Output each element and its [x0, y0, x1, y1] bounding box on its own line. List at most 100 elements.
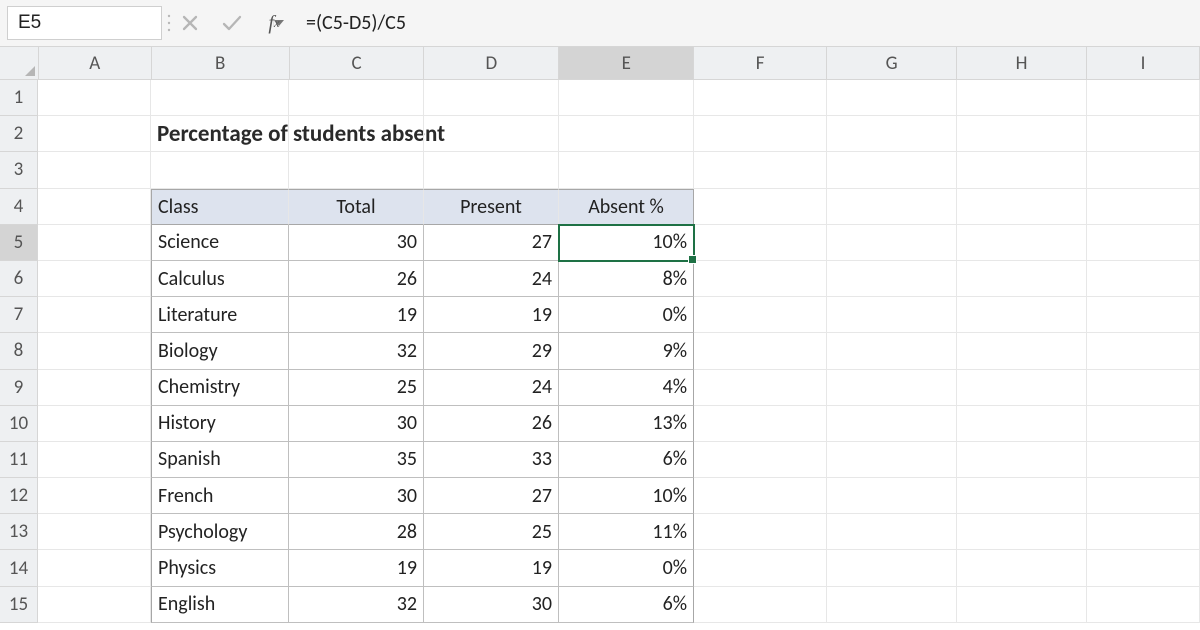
cell[interactable]: [827, 514, 957, 550]
cell[interactable]: History: [151, 406, 289, 442]
row-header-10[interactable]: 10: [0, 406, 37, 442]
cell[interactable]: 19: [424, 550, 559, 586]
cell[interactable]: [827, 225, 957, 261]
row-header-6[interactable]: 6: [0, 261, 37, 297]
row-header-2[interactable]: 2: [0, 116, 37, 152]
cell[interactable]: [38, 442, 151, 478]
cell[interactable]: Present: [424, 189, 559, 225]
cells-area[interactable]: Percentage of students absentClassTotalP…: [38, 80, 1200, 623]
cell[interactable]: [827, 261, 957, 297]
cell[interactable]: [38, 225, 151, 261]
cell[interactable]: French: [151, 478, 289, 514]
cell[interactable]: 32: [289, 333, 424, 369]
cell[interactable]: 6%: [559, 587, 694, 623]
row-header-7[interactable]: 7: [0, 297, 37, 333]
cell[interactable]: 25: [289, 370, 424, 406]
cell[interactable]: 30: [289, 406, 424, 442]
cell[interactable]: Calculus: [151, 261, 289, 297]
cell[interactable]: [694, 406, 827, 442]
cell[interactable]: Science: [151, 225, 289, 261]
cell[interactable]: [1087, 189, 1200, 225]
cell[interactable]: [694, 514, 827, 550]
cell[interactable]: [38, 297, 151, 333]
row-header-4[interactable]: 4: [0, 189, 37, 225]
cell[interactable]: Total: [289, 189, 424, 225]
cell[interactable]: [957, 116, 1087, 152]
row-header-8[interactable]: 8: [0, 333, 37, 369]
cell[interactable]: [827, 442, 957, 478]
cell[interactable]: [1087, 225, 1200, 261]
cell[interactable]: [38, 478, 151, 514]
cell[interactable]: 25: [424, 514, 559, 550]
cell[interactable]: [1087, 297, 1200, 333]
cell[interactable]: [957, 297, 1087, 333]
cell[interactable]: [827, 370, 957, 406]
cell[interactable]: [694, 333, 827, 369]
cell[interactable]: [957, 514, 1087, 550]
cell[interactable]: [1087, 514, 1200, 550]
cell[interactable]: [38, 370, 151, 406]
cell[interactable]: [1087, 152, 1200, 188]
cell[interactable]: 10%: [559, 478, 694, 514]
cell[interactable]: [424, 116, 559, 152]
cell[interactable]: 19: [289, 550, 424, 586]
cell[interactable]: Chemistry: [151, 370, 289, 406]
cell[interactable]: 26: [424, 406, 559, 442]
cell[interactable]: [957, 587, 1087, 623]
cell[interactable]: [694, 225, 827, 261]
cell[interactable]: [38, 80, 151, 116]
cell[interactable]: 24: [424, 370, 559, 406]
cell[interactable]: [694, 297, 827, 333]
cell[interactable]: [827, 478, 957, 514]
cell[interactable]: [694, 261, 827, 297]
cell[interactable]: [827, 80, 957, 116]
cell[interactable]: [559, 152, 694, 188]
cell[interactable]: [1087, 406, 1200, 442]
cell[interactable]: [694, 80, 827, 116]
cell[interactable]: 19: [424, 297, 559, 333]
cell[interactable]: 28: [289, 514, 424, 550]
cell[interactable]: 27: [424, 225, 559, 261]
cell[interactable]: [38, 152, 151, 188]
cell[interactable]: [694, 442, 827, 478]
cell[interactable]: [827, 333, 957, 369]
cell[interactable]: 30: [424, 587, 559, 623]
cell[interactable]: [38, 261, 151, 297]
row-header-5[interactable]: 5: [0, 225, 37, 261]
column-header-I[interactable]: I: [1087, 47, 1200, 79]
cell[interactable]: [827, 406, 957, 442]
cell[interactable]: 13%: [559, 406, 694, 442]
cell[interactable]: [38, 333, 151, 369]
column-header-E[interactable]: E: [559, 47, 694, 79]
cell[interactable]: 6%: [559, 442, 694, 478]
cell[interactable]: 26: [289, 261, 424, 297]
cell[interactable]: [957, 152, 1087, 188]
formula-input[interactable]: =(C5-D5)/C5: [294, 6, 1193, 40]
name-box[interactable]: [7, 6, 162, 40]
row-header-15[interactable]: 15: [0, 587, 37, 623]
cell[interactable]: [1087, 333, 1200, 369]
cell[interactable]: [1087, 442, 1200, 478]
column-header-H[interactable]: H: [957, 47, 1087, 79]
cell[interactable]: 30: [289, 478, 424, 514]
enter-icon[interactable]: [220, 11, 244, 35]
cell[interactable]: 19: [289, 297, 424, 333]
cell[interactable]: 32: [289, 587, 424, 623]
column-header-C[interactable]: C: [290, 47, 425, 79]
row-header-11[interactable]: 11: [0, 442, 37, 478]
column-header-F[interactable]: F: [694, 47, 827, 79]
cell[interactable]: Class: [151, 189, 289, 225]
row-header-12[interactable]: 12: [0, 478, 37, 514]
cell[interactable]: [957, 550, 1087, 586]
cell[interactable]: [957, 80, 1087, 116]
cell[interactable]: Physics: [151, 550, 289, 586]
cell[interactable]: [694, 550, 827, 586]
cell[interactable]: [559, 80, 694, 116]
cell[interactable]: [827, 550, 957, 586]
cell[interactable]: 29: [424, 333, 559, 369]
cell[interactable]: [424, 80, 559, 116]
cell[interactable]: [827, 152, 957, 188]
cell[interactable]: Spanish: [151, 442, 289, 478]
cell[interactable]: [957, 478, 1087, 514]
cell[interactable]: 10%: [559, 225, 694, 261]
